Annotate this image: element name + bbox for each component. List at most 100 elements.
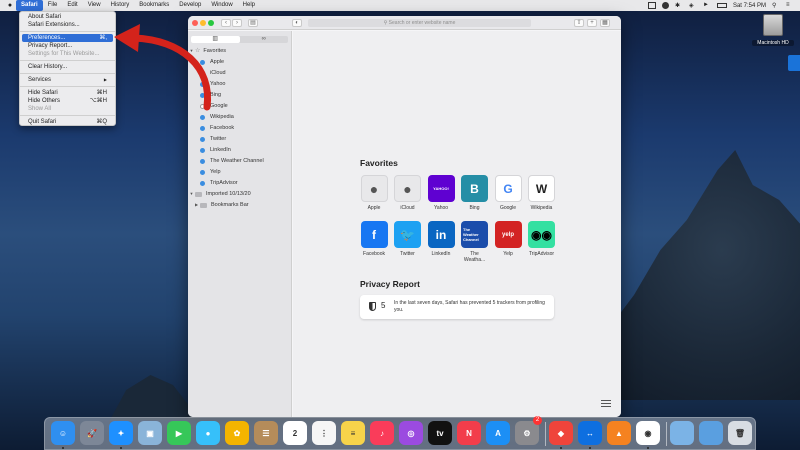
sidebar-imported-folder[interactable]: ▼ Imported 10/13/20 [188,189,251,199]
menu-item-privacy-report[interactable]: Privacy Report... [20,42,115,50]
menu-item-shortcut: ⌘Q [96,119,107,125]
teamviewer-icon[interactable]: ↔ [578,421,602,445]
favorite-tripadvisor[interactable]: ◉◉ TripAdvisor [528,221,556,257]
menu-edit[interactable]: Edit [62,0,82,11]
tab-overview-button[interactable]: ▦ [600,19,610,27]
menu-window[interactable]: Window [206,0,237,11]
downloads-folder-icon[interactable] [699,421,723,445]
sidebar-item-yelp[interactable]: Yelp [200,167,221,177]
menu-item-about-safari[interactable]: About Safari [20,13,115,21]
menu-develop[interactable]: Develop [174,0,206,11]
display-icon[interactable] [647,2,656,9]
menu-view[interactable]: View [83,0,106,11]
customize-start-page-icon[interactable] [601,400,611,408]
chrome-icon[interactable]: ◉ [636,421,660,445]
launchpad-icon[interactable]: 🚀 [80,421,104,445]
calendar-icon[interactable]: 2 [283,421,307,445]
sidebar-item-wikipedia[interactable]: Wikipedia [200,112,234,122]
reading-list-tab[interactable]: ∞ [240,36,289,43]
menu-safari[interactable]: Safari [16,0,43,11]
menu-item-preferences[interactable]: Preferences... ⌘, [22,34,113,42]
favorite-icloud[interactable]: ● iCloud [394,175,422,211]
photos-icon[interactable]: ✿ [225,421,249,445]
safari-icon[interactable]: ✦ [109,421,133,445]
preview-icon[interactable]: ▣ [138,421,162,445]
messages-icon[interactable]: ● [196,421,220,445]
menu-item-label: Clear History... [28,64,68,70]
menu-item-shortcut: ⌘H [96,90,107,96]
notification-badge: 2 [533,416,542,425]
favorite-yahoo[interactable]: YAHOO! Yahoo [427,175,455,211]
menu-help[interactable]: Help [238,0,260,11]
macintosh-hd-icon[interactable] [763,14,783,36]
privacy-report-card[interactable]: 5 In the last seven days, Safari has pre… [360,295,554,319]
sidebar-item-linkedin[interactable]: LinkedIn [200,145,231,155]
wifi-icon[interactable]: ◈ [689,2,697,9]
apple-menu-icon[interactable]: ● [4,2,16,9]
favorite-yelp[interactable]: yelp Yelp [494,221,522,257]
news-icon[interactable]: N [457,421,481,445]
anydesk-icon[interactable]: ◆ [549,421,573,445]
apple-tv-icon[interactable]: tv [428,421,452,445]
sidebar-item-tripadvisor[interactable]: TripAdvisor [200,178,238,188]
menu-item-hide-safari[interactable]: Hide Safari ⌘H [20,89,115,97]
reminders-icon[interactable]: ⋮ [312,421,336,445]
notes-icon[interactable]: ≡ [341,421,365,445]
menu-bar: ● Safari File Edit View History Bookmark… [0,0,800,11]
favorite-the-weatha[interactable]: The Weather Channel The Weatha... [461,221,489,263]
menu-item-quit-safari[interactable]: Quit Safari ⌘Q [20,118,115,126]
menu-item-safari-extensions[interactable]: Safari Extensions... [20,21,115,29]
favorite-linkedin[interactable]: in LinkedIn [427,221,455,257]
battery-icon[interactable] [716,3,727,8]
sidebar-bookmarks-bar-folder[interactable]: ▶ Bookmarks Bar [193,200,249,210]
bluetooth-icon[interactable]: ✱ [675,2,683,9]
favorite-tile-icon: ◉◉ [528,221,555,248]
finder-icon[interactable]: ☺ [51,421,75,445]
submenu-arrow-icon: ▶ [103,77,107,82]
facetime-icon[interactable]: ▶ [167,421,191,445]
favorite-label: iCloud [400,205,415,211]
contacts-icon[interactable]: ☰ [254,421,278,445]
favorite-label: Wikipedia [530,205,553,211]
menu-item-label: Quit Safari [28,119,57,125]
podcasts-icon[interactable]: ◎ [399,421,423,445]
sidebar-item-weather-channel[interactable]: The Weather Channel [200,156,264,166]
sidebar-item-twitter[interactable]: Twitter [200,134,226,144]
favorite-facebook[interactable]: f Facebook [360,221,388,257]
menu-item-services[interactable]: Services ▶ [20,76,115,84]
favorite-apple[interactable]: ● Apple [360,175,388,211]
menu-history[interactable]: History [106,0,135,11]
dock-separator [545,422,546,446]
favorite-bing[interactable]: B Bing [461,175,489,211]
menu-bookmarks[interactable]: Bookmarks [134,0,174,11]
privacy-report-text: In the last seven days, Safari has preve… [394,300,545,313]
forward-button[interactable]: › [232,19,242,27]
privacy-shield-button[interactable]: ◐ [292,19,302,27]
teamviewer-status-icon[interactable] [661,2,669,9]
address-bar[interactable]: ⚲ Search or enter website name [308,19,531,27]
back-button[interactable]: ‹ [221,19,231,27]
vlc-icon[interactable]: ▲ [607,421,631,445]
volume-icon[interactable]: ► [703,2,711,9]
app-store-icon[interactable]: A [486,421,510,445]
sidebar-item-facebook[interactable]: Facebook [200,123,234,133]
control-list-icon[interactable]: ≡ [786,2,794,9]
favorite-wikipedia[interactable]: W Wikipedia [528,175,556,211]
menu-clock[interactable]: Sat 7:54 PM [733,3,766,9]
favorite-google[interactable]: G Google [494,175,522,211]
menu-item-hide-others[interactable]: Hide Others ⌥⌘H [20,97,115,105]
trash-icon[interactable]: 🗑 [728,421,752,445]
folder-icon[interactable] [670,421,694,445]
sidebar-toggle-button[interactable]: ▤ [248,19,258,27]
add-tab-button[interactable]: + [587,19,597,27]
spotlight-icon[interactable]: ⚲ [772,2,780,9]
menu-file[interactable]: File [43,0,63,11]
music-icon[interactable]: ♪ [370,421,394,445]
favorite-twitter[interactable]: 🐦 Twitter [394,221,422,257]
disclosure-triangle-icon[interactable]: ▼ [188,189,195,199]
teamviewer-side-tab-icon[interactable] [788,55,800,71]
disclosure-triangle-icon[interactable]: ▶ [193,200,200,210]
share-button[interactable]: ⇧ [574,19,584,27]
macintosh-hd-label[interactable]: Macintosh HD [752,40,794,46]
menu-item-clear-history[interactable]: Clear History... [20,63,115,71]
